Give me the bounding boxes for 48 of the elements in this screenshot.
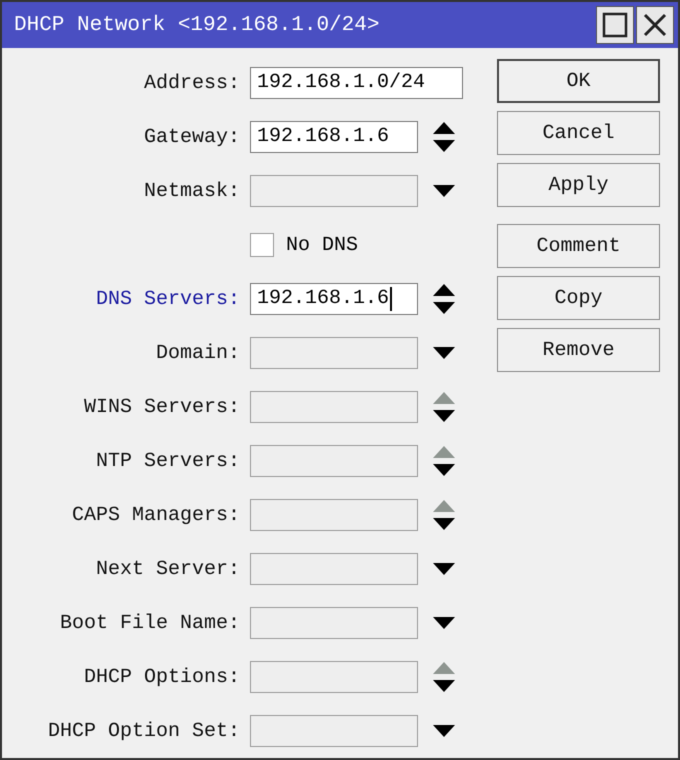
input-field[interactable] [250, 715, 418, 747]
field-label: Domain: [154, 342, 241, 364]
input-field[interactable]: 192.168.1.6 [250, 283, 418, 315]
input-field[interactable] [250, 175, 418, 207]
down-arrow-icon[interactable] [432, 301, 456, 315]
field-label: Address: [142, 72, 241, 94]
dialog-button[interactable]: Cancel [497, 111, 660, 155]
input-field[interactable] [250, 391, 418, 423]
input-field[interactable] [250, 499, 418, 531]
maximize-button[interactable] [596, 6, 634, 44]
input-field[interactable]: 192.168.1.6 [250, 121, 418, 153]
field-label: DHCP Options: [82, 666, 241, 688]
input-field[interactable] [250, 445, 418, 477]
dialog-button[interactable]: OK [497, 59, 660, 103]
down-arrow-icon[interactable] [432, 184, 456, 198]
input-field[interactable] [250, 553, 418, 585]
field-label: DHCP Option Set: [46, 720, 241, 742]
field-label: Boot File Name: [58, 612, 241, 634]
down-arrow-icon[interactable] [432, 409, 456, 423]
field-label: DNS Servers: [94, 288, 241, 310]
field-label: WINS Servers: [82, 396, 241, 418]
input-field[interactable]: 192.168.1.0/24 [250, 67, 463, 99]
down-arrow-icon[interactable] [432, 562, 456, 576]
input-field[interactable] [250, 337, 418, 369]
dialog-button[interactable]: Comment [497, 224, 660, 268]
close-button[interactable] [636, 6, 674, 44]
window-title: DHCP Network <192.168.1.0/24> [14, 14, 380, 36]
field-label: Netmask: [142, 180, 241, 202]
input-field[interactable] [250, 661, 418, 693]
down-arrow-icon[interactable] [432, 139, 456, 153]
field-label: Gateway: [142, 126, 241, 148]
field-label: NTP Servers: [94, 450, 241, 472]
field-label: CAPS Managers: [70, 504, 241, 526]
input-field[interactable] [250, 607, 418, 639]
up-arrow-icon[interactable] [432, 121, 456, 135]
checkbox[interactable] [250, 233, 274, 257]
field-label: Next Server: [94, 558, 241, 580]
down-arrow-icon[interactable] [432, 724, 456, 738]
down-arrow-icon[interactable] [432, 346, 456, 360]
down-arrow-icon[interactable] [432, 616, 456, 630]
checkbox-label: No DNS [286, 234, 358, 256]
dialog-button[interactable]: Copy [497, 276, 660, 320]
dialog-button[interactable]: Remove [497, 328, 660, 372]
up-arrow-icon[interactable] [432, 283, 456, 297]
down-arrow-icon[interactable] [432, 463, 456, 477]
down-arrow-icon[interactable] [432, 517, 456, 531]
dialog-button[interactable]: Apply [497, 163, 660, 207]
down-arrow-icon[interactable] [432, 679, 456, 693]
